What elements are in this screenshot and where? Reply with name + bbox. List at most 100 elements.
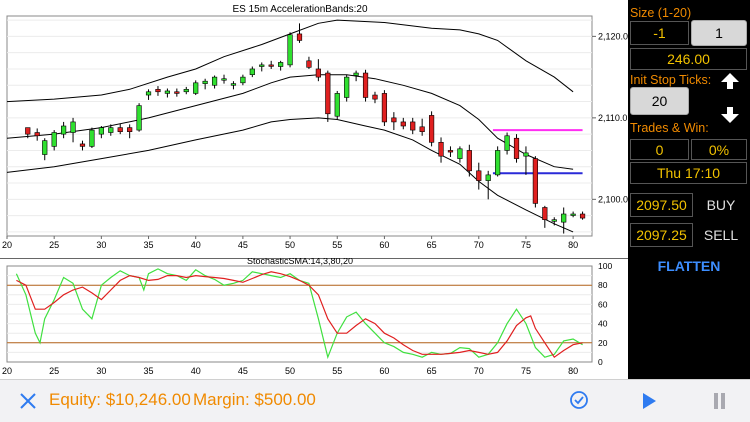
candle-body <box>485 174 491 181</box>
candle-body <box>542 207 548 221</box>
stoch-x-label: 40 <box>191 366 201 376</box>
x-tick-label: 65 <box>427 240 437 250</box>
trades-win-label: Trades & Win: <box>630 121 709 135</box>
candle-body <box>136 105 142 131</box>
candle-body <box>70 121 76 133</box>
candle-body <box>202 80 208 84</box>
pause-icon[interactable] <box>713 392 727 410</box>
price-chart[interactable]: ES 15m AccelerationBands:20 20 25 30 35 40 45 5… <box>0 0 628 258</box>
candle-body <box>98 127 104 135</box>
y-tick-label: 2,110.0 <box>598 113 627 123</box>
candle-body <box>325 72 331 115</box>
equity-text: Equity: $10,246.00 <box>49 390 191 409</box>
candle-body <box>211 76 218 86</box>
candle-body <box>25 127 31 135</box>
candle-body <box>362 72 369 98</box>
candle-body <box>51 132 57 147</box>
stoch-title: StochasticSMA:14,3,80,20 <box>247 258 353 266</box>
trade-panel: Size (1-20) -1 1 246.00 Init Stop Ticks:… <box>628 0 750 379</box>
app-root: ES 15m AccelerationBands:20 20 25 30 35 40 45 5… <box>0 0 750 422</box>
buy-price: 2097.50 <box>630 193 693 217</box>
candle-body <box>268 64 274 67</box>
x-tick-label: 35 <box>144 240 154 250</box>
stoch-y-label: 20 <box>598 338 608 348</box>
x-tick-label: 50 <box>285 240 295 250</box>
candle-body <box>296 33 303 41</box>
candle-body <box>447 150 454 153</box>
x-tick-label: 45 <box>238 240 248 250</box>
bottom-toolbar: Equity: $10,246.00 Margin: $500.00 <box>0 379 750 422</box>
margin-text: Margin: $500.00 <box>193 390 316 409</box>
candle-body <box>372 94 378 100</box>
candle-body <box>419 126 425 133</box>
stoch-x-label: 80 <box>568 366 578 376</box>
arrow-up-stem <box>727 81 733 89</box>
candle-body <box>108 127 114 133</box>
candle-body <box>183 89 189 93</box>
candle-body <box>278 62 284 67</box>
stoch-x-label: 65 <box>427 366 437 376</box>
stoch-y-label: 100 <box>598 261 612 271</box>
plot-frame <box>6 15 593 237</box>
candle-body <box>259 64 265 67</box>
candle-body <box>438 141 444 157</box>
x-tick-label: 60 <box>379 240 389 250</box>
candle-body <box>504 135 510 151</box>
candle-body <box>532 158 538 204</box>
arrow-down-icon[interactable] <box>721 114 739 123</box>
init-stop-button[interactable]: 20 <box>630 87 689 115</box>
candle-body <box>410 121 416 131</box>
candle-body <box>334 93 340 117</box>
stoch-x-label: 50 <box>285 366 295 376</box>
candle-body <box>42 140 48 155</box>
flatten-button[interactable]: FLATTEN <box>628 256 750 276</box>
candle-body <box>230 83 237 86</box>
x-tick-label: 75 <box>521 240 531 250</box>
stoch-x-label: 20 <box>2 366 12 376</box>
candle-body <box>193 82 199 94</box>
stoch-y-label: 60 <box>598 299 608 309</box>
candle-body <box>381 93 388 123</box>
candle-body <box>457 148 463 159</box>
play-icon[interactable] <box>641 392 657 410</box>
candle-body <box>561 213 567 223</box>
stoch-y-label: 40 <box>598 319 608 329</box>
clock-icon[interactable] <box>569 390 589 410</box>
candle-body <box>174 91 180 94</box>
candle-body <box>570 213 576 216</box>
x-tick-label: 25 <box>49 240 59 250</box>
candle-body <box>495 150 501 176</box>
size-button[interactable]: 1 <box>691 20 747 46</box>
candle-body <box>513 137 520 159</box>
candle-body <box>79 143 86 147</box>
stoch-y-label: 0 <box>598 357 603 367</box>
candle-body <box>249 68 255 75</box>
candle-body <box>344 76 350 98</box>
candle-body <box>127 127 133 133</box>
sell-price: 2097.25 <box>630 223 693 247</box>
stoch-x-label: 30 <box>96 366 106 376</box>
x-tick-label: 40 <box>191 240 201 250</box>
candle-body <box>117 127 123 133</box>
candle-body <box>287 34 293 66</box>
close-icon[interactable] <box>19 392 37 410</box>
trades-count: 0 <box>630 139 689 160</box>
candle-body <box>221 78 227 81</box>
candle-body <box>353 72 359 76</box>
x-tick-label: 70 <box>474 240 484 250</box>
stoch-y-label: 80 <box>598 280 608 290</box>
size-label: Size (1-20) <box>630 6 692 20</box>
candle-body <box>391 117 397 123</box>
candle-body <box>61 125 67 135</box>
candle-body <box>400 121 406 127</box>
price-chart-title: ES 15m AccelerationBands:20 <box>232 4 368 15</box>
init-stop-label: Init Stop Ticks: <box>630 73 712 87</box>
stoch-x-label: 60 <box>379 366 389 376</box>
x-tick-label: 20 <box>2 240 12 250</box>
size-value[interactable]: -1 <box>630 21 689 45</box>
stochastic-chart[interactable]: StochasticSMA:14,3,80,20 100 80 60 40 20 0 20 25… <box>0 258 628 379</box>
candle-body <box>145 91 152 96</box>
buy-button[interactable]: BUY <box>695 193 747 217</box>
charts-area[interactable]: ES 15m AccelerationBands:20 20 25 30 35 40 45 5… <box>0 0 628 379</box>
sell-button[interactable]: SELL <box>695 223 747 247</box>
